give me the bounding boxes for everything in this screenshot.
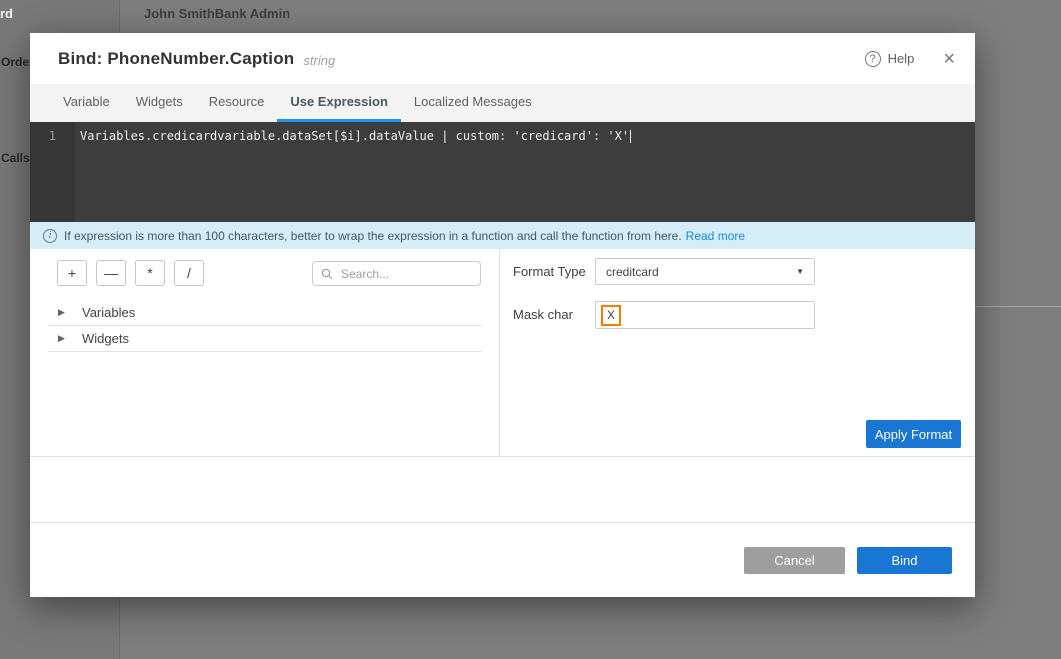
close-icon[interactable]: × — [943, 49, 955, 69]
dialog-title: Bind: PhoneNumber.Caption — [58, 49, 294, 69]
chevron-right-icon[interactable]: ▶ — [58, 333, 68, 344]
format-pane: Format Type creditcard ▼ Mask char X App… — [500, 249, 975, 456]
chevron-down-icon: ▼ — [796, 267, 804, 276]
header-actions: ? Help × — [865, 49, 955, 69]
source-tree: ▶ Variables ▶ Widgets — [48, 300, 482, 352]
bind-button[interactable]: Bind — [857, 547, 952, 574]
search-input[interactable] — [339, 266, 472, 282]
operator-toolbar: + — * / — [57, 260, 204, 286]
search-box[interactable] — [312, 261, 481, 286]
tab-widgets[interactable]: Widgets — [123, 84, 196, 122]
dialog-body: + — * / ▶ Variables — [30, 249, 975, 457]
tab-use-expression[interactable]: Use Expression — [277, 84, 401, 122]
expression-builder-pane: + — * / ▶ Variables — [30, 249, 500, 456]
dialog-spacer — [30, 457, 975, 522]
tab-resource[interactable]: Resource — [196, 84, 278, 122]
expression-editor[interactable]: 1 Variables.credicardvariable.dataSet[$i… — [30, 122, 975, 222]
format-type-select[interactable]: creditcard ▼ — [595, 258, 815, 285]
apply-format-button[interactable]: Apply Format — [866, 420, 961, 448]
operator-plus-button[interactable]: + — [57, 260, 87, 286]
editor-code-line[interactable]: Variables.credicardvariable.dataSet[$i].… — [75, 122, 631, 222]
background-page-heading: John SmithBank Admin — [144, 6, 290, 21]
cancel-button[interactable]: Cancel — [744, 547, 845, 574]
read-more-link[interactable]: Read more — [686, 229, 745, 243]
dialog-footer: Cancel Bind — [30, 522, 975, 597]
mask-char-label: Mask char — [513, 307, 573, 322]
search-icon — [321, 268, 333, 280]
background-sidebar-item-order: Order — [1, 55, 34, 69]
mask-char-input[interactable]: X — [595, 301, 815, 329]
format-type-label: Format Type — [513, 264, 586, 279]
text-caret — [630, 130, 631, 143]
mask-char-value: X — [601, 305, 621, 326]
info-text: If expression is more than 100 character… — [64, 229, 682, 243]
bind-dialog: Bind: PhoneNumber.Caption string ? Help … — [30, 33, 975, 597]
tree-item-label: Widgets — [82, 331, 129, 346]
operator-divide-button[interactable]: / — [174, 260, 204, 286]
screen: rd Order Calls John SmithBank Admin Bind… — [0, 0, 1061, 659]
help-icon[interactable]: ? — [865, 51, 881, 67]
dialog-tabbar: Variable Widgets Resource Use Expression… — [30, 84, 975, 122]
operator-multiply-button[interactable]: * — [135, 260, 165, 286]
background-divider — [975, 306, 1061, 307]
chevron-right-icon[interactable]: ▶ — [58, 307, 68, 318]
background-sidebar-item-calls: Calls — [1, 151, 30, 165]
tree-item-variables[interactable]: ▶ Variables — [48, 300, 482, 326]
info-banner: i If expression is more than 100 charact… — [30, 222, 975, 249]
format-type-value: creditcard — [606, 265, 659, 279]
dialog-title-type: string — [303, 50, 335, 68]
operator-minus-button[interactable]: — — [96, 260, 126, 286]
editor-line-number: 1 — [30, 122, 75, 222]
help-label[interactable]: Help — [888, 51, 915, 66]
expression-text: Variables.credicardvariable.dataSet[$i].… — [80, 129, 629, 143]
info-icon: i — [43, 229, 57, 243]
tab-variable[interactable]: Variable — [50, 84, 123, 122]
tab-localized-messages[interactable]: Localized Messages — [401, 84, 545, 122]
tree-item-widgets[interactable]: ▶ Widgets — [48, 326, 482, 352]
tree-item-label: Variables — [82, 305, 135, 320]
dialog-header: Bind: PhoneNumber.Caption string ? Help … — [30, 33, 975, 84]
background-sidebar-item-dashboard: rd — [0, 6, 13, 21]
